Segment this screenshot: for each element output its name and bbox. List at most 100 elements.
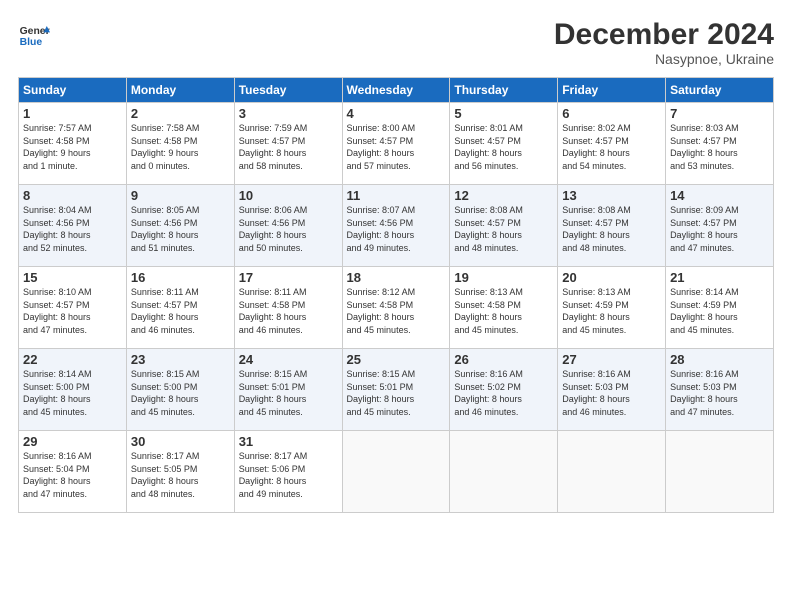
day-info: Sunrise: 8:17 AMSunset: 5:05 PMDaylight:… xyxy=(131,450,230,500)
day-cell: 26Sunrise: 8:16 AMSunset: 5:02 PMDayligh… xyxy=(450,349,558,431)
day-cell: 30Sunrise: 8:17 AMSunset: 5:05 PMDayligh… xyxy=(126,431,234,513)
day-cell: 1Sunrise: 7:57 AMSunset: 4:58 PMDaylight… xyxy=(19,103,127,185)
day-info: Sunrise: 8:16 AMSunset: 5:03 PMDaylight:… xyxy=(670,368,769,418)
day-cell xyxy=(666,431,774,513)
day-cell: 21Sunrise: 8:14 AMSunset: 4:59 PMDayligh… xyxy=(666,267,774,349)
day-cell: 7Sunrise: 8:03 AMSunset: 4:57 PMDaylight… xyxy=(666,103,774,185)
day-info: Sunrise: 8:09 AMSunset: 4:57 PMDaylight:… xyxy=(670,204,769,254)
day-cell: 10Sunrise: 8:06 AMSunset: 4:56 PMDayligh… xyxy=(234,185,342,267)
day-number: 14 xyxy=(670,188,769,203)
logo-icon: General Blue xyxy=(18,18,50,50)
day-number: 23 xyxy=(131,352,230,367)
day-info: Sunrise: 8:17 AMSunset: 5:06 PMDaylight:… xyxy=(239,450,338,500)
day-cell: 6Sunrise: 8:02 AMSunset: 4:57 PMDaylight… xyxy=(558,103,666,185)
day-info: Sunrise: 8:00 AMSunset: 4:57 PMDaylight:… xyxy=(347,122,446,172)
day-number: 21 xyxy=(670,270,769,285)
day-info: Sunrise: 8:07 AMSunset: 4:56 PMDaylight:… xyxy=(347,204,446,254)
day-cell xyxy=(558,431,666,513)
day-number: 10 xyxy=(239,188,338,203)
day-cell: 18Sunrise: 8:12 AMSunset: 4:58 PMDayligh… xyxy=(342,267,450,349)
day-cell: 9Sunrise: 8:05 AMSunset: 4:56 PMDaylight… xyxy=(126,185,234,267)
day-number: 8 xyxy=(23,188,122,203)
day-info: Sunrise: 7:57 AMSunset: 4:58 PMDaylight:… xyxy=(23,122,122,172)
day-number: 11 xyxy=(347,188,446,203)
day-cell xyxy=(342,431,450,513)
day-cell: 19Sunrise: 8:13 AMSunset: 4:58 PMDayligh… xyxy=(450,267,558,349)
svg-text:Blue: Blue xyxy=(20,37,43,48)
day-number: 30 xyxy=(131,434,230,449)
col-header-thursday: Thursday xyxy=(450,78,558,103)
day-number: 18 xyxy=(347,270,446,285)
day-info: Sunrise: 8:13 AMSunset: 4:59 PMDaylight:… xyxy=(562,286,661,336)
day-cell: 5Sunrise: 8:01 AMSunset: 4:57 PMDaylight… xyxy=(450,103,558,185)
day-number: 15 xyxy=(23,270,122,285)
day-number: 3 xyxy=(239,106,338,121)
day-number: 9 xyxy=(131,188,230,203)
day-cell: 22Sunrise: 8:14 AMSunset: 5:00 PMDayligh… xyxy=(19,349,127,431)
col-header-monday: Monday xyxy=(126,78,234,103)
day-number: 27 xyxy=(562,352,661,367)
day-cell: 17Sunrise: 8:11 AMSunset: 4:58 PMDayligh… xyxy=(234,267,342,349)
day-info: Sunrise: 8:03 AMSunset: 4:57 PMDaylight:… xyxy=(670,122,769,172)
day-info: Sunrise: 8:05 AMSunset: 4:56 PMDaylight:… xyxy=(131,204,230,254)
day-cell: 2Sunrise: 7:58 AMSunset: 4:58 PMDaylight… xyxy=(126,103,234,185)
day-info: Sunrise: 8:02 AMSunset: 4:57 PMDaylight:… xyxy=(562,122,661,172)
day-number: 24 xyxy=(239,352,338,367)
col-header-saturday: Saturday xyxy=(666,78,774,103)
title-block: December 2024 Nasypnoe, Ukraine xyxy=(554,18,774,67)
day-info: Sunrise: 8:13 AMSunset: 4:58 PMDaylight:… xyxy=(454,286,553,336)
day-cell: 16Sunrise: 8:11 AMSunset: 4:57 PMDayligh… xyxy=(126,267,234,349)
day-cell: 31Sunrise: 8:17 AMSunset: 5:06 PMDayligh… xyxy=(234,431,342,513)
day-number: 4 xyxy=(347,106,446,121)
day-info: Sunrise: 7:59 AMSunset: 4:57 PMDaylight:… xyxy=(239,122,338,172)
day-info: Sunrise: 8:08 AMSunset: 4:57 PMDaylight:… xyxy=(454,204,553,254)
day-cell: 11Sunrise: 8:07 AMSunset: 4:56 PMDayligh… xyxy=(342,185,450,267)
day-info: Sunrise: 8:15 AMSunset: 5:01 PMDaylight:… xyxy=(239,368,338,418)
day-number: 1 xyxy=(23,106,122,121)
day-info: Sunrise: 8:14 AMSunset: 4:59 PMDaylight:… xyxy=(670,286,769,336)
col-header-sunday: Sunday xyxy=(19,78,127,103)
day-cell: 23Sunrise: 8:15 AMSunset: 5:00 PMDayligh… xyxy=(126,349,234,431)
day-info: Sunrise: 8:11 AMSunset: 4:58 PMDaylight:… xyxy=(239,286,338,336)
day-number: 7 xyxy=(670,106,769,121)
day-info: Sunrise: 8:04 AMSunset: 4:56 PMDaylight:… xyxy=(23,204,122,254)
day-cell: 4Sunrise: 8:00 AMSunset: 4:57 PMDaylight… xyxy=(342,103,450,185)
month-title: December 2024 xyxy=(554,18,774,51)
day-cell: 27Sunrise: 8:16 AMSunset: 5:03 PMDayligh… xyxy=(558,349,666,431)
col-header-wednesday: Wednesday xyxy=(342,78,450,103)
day-info: Sunrise: 8:16 AMSunset: 5:04 PMDaylight:… xyxy=(23,450,122,500)
week-row-0: 1Sunrise: 7:57 AMSunset: 4:58 PMDaylight… xyxy=(19,103,774,185)
col-header-friday: Friday xyxy=(558,78,666,103)
day-info: Sunrise: 8:14 AMSunset: 5:00 PMDaylight:… xyxy=(23,368,122,418)
day-info: Sunrise: 8:10 AMSunset: 4:57 PMDaylight:… xyxy=(23,286,122,336)
day-cell: 13Sunrise: 8:08 AMSunset: 4:57 PMDayligh… xyxy=(558,185,666,267)
day-info: Sunrise: 8:15 AMSunset: 5:01 PMDaylight:… xyxy=(347,368,446,418)
day-number: 5 xyxy=(454,106,553,121)
day-cell: 14Sunrise: 8:09 AMSunset: 4:57 PMDayligh… xyxy=(666,185,774,267)
day-number: 17 xyxy=(239,270,338,285)
week-row-2: 15Sunrise: 8:10 AMSunset: 4:57 PMDayligh… xyxy=(19,267,774,349)
day-info: Sunrise: 8:15 AMSunset: 5:00 PMDaylight:… xyxy=(131,368,230,418)
week-row-1: 8Sunrise: 8:04 AMSunset: 4:56 PMDaylight… xyxy=(19,185,774,267)
day-number: 28 xyxy=(670,352,769,367)
logo: General Blue xyxy=(18,18,54,50)
day-number: 12 xyxy=(454,188,553,203)
page: General Blue December 2024 Nasypnoe, Ukr… xyxy=(0,0,792,612)
day-number: 2 xyxy=(131,106,230,121)
day-number: 16 xyxy=(131,270,230,285)
col-header-tuesday: Tuesday xyxy=(234,78,342,103)
day-cell: 3Sunrise: 7:59 AMSunset: 4:57 PMDaylight… xyxy=(234,103,342,185)
day-info: Sunrise: 8:08 AMSunset: 4:57 PMDaylight:… xyxy=(562,204,661,254)
header: General Blue December 2024 Nasypnoe, Ukr… xyxy=(18,18,774,67)
day-cell: 28Sunrise: 8:16 AMSunset: 5:03 PMDayligh… xyxy=(666,349,774,431)
day-cell: 29Sunrise: 8:16 AMSunset: 5:04 PMDayligh… xyxy=(19,431,127,513)
day-number: 26 xyxy=(454,352,553,367)
calendar-table: SundayMondayTuesdayWednesdayThursdayFrid… xyxy=(18,77,774,513)
day-info: Sunrise: 8:16 AMSunset: 5:03 PMDaylight:… xyxy=(562,368,661,418)
day-number: 29 xyxy=(23,434,122,449)
day-number: 25 xyxy=(347,352,446,367)
day-cell: 25Sunrise: 8:15 AMSunset: 5:01 PMDayligh… xyxy=(342,349,450,431)
week-row-4: 29Sunrise: 8:16 AMSunset: 5:04 PMDayligh… xyxy=(19,431,774,513)
day-info: Sunrise: 8:06 AMSunset: 4:56 PMDaylight:… xyxy=(239,204,338,254)
day-number: 13 xyxy=(562,188,661,203)
